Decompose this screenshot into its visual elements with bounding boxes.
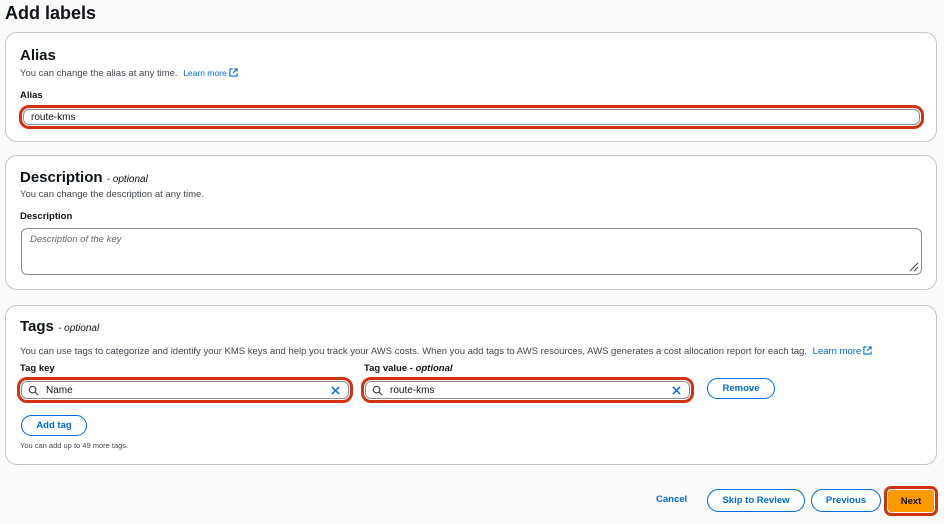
- cancel-button[interactable]: Cancel: [656, 494, 687, 505]
- tag-key-value: Name: [46, 384, 73, 396]
- add-tag-button[interactable]: Add tag: [21, 415, 87, 436]
- tags-description: You can use tags to categorize and ident…: [20, 346, 872, 357]
- alias-learn-more-link[interactable]: Learn more: [183, 68, 238, 78]
- tags-panel: Tags - optional You can use tags to cate…: [5, 305, 937, 465]
- tag-key-input[interactable]: Name: [17, 377, 353, 403]
- previous-button[interactable]: Previous: [811, 489, 881, 512]
- next-button[interactable]: Next: [884, 486, 938, 516]
- clear-icon[interactable]: [671, 385, 682, 396]
- alias-input-value: route-kms: [31, 111, 76, 123]
- description-panel: Description - optional You can change th…: [5, 155, 937, 290]
- tags-optional: - optional: [58, 323, 100, 334]
- tags-learn-more-link[interactable]: Learn more: [813, 346, 873, 357]
- description-placeholder: Description of the key: [30, 234, 122, 245]
- external-link-icon: [229, 68, 238, 77]
- resize-grip-icon[interactable]: [907, 260, 919, 272]
- description-optional: - optional: [106, 174, 148, 185]
- description-description: You can change the description at any ti…: [20, 189, 204, 200]
- alias-panel: Alias You can change the alias at any ti…: [5, 32, 937, 142]
- tags-heading: Tags - optional: [20, 318, 100, 335]
- tags-description-text: You can use tags to categorize and ident…: [20, 346, 807, 357]
- alias-field-label: Alias: [20, 90, 43, 101]
- clear-icon[interactable]: [330, 385, 341, 396]
- skip-to-review-button[interactable]: Skip to Review: [707, 489, 805, 512]
- remove-tag-button[interactable]: Remove: [707, 378, 775, 399]
- external-link-icon: [863, 346, 872, 355]
- alias-description-text: You can change the alias at any time.: [20, 68, 178, 79]
- description-textarea[interactable]: Description of the key: [21, 228, 922, 275]
- search-icon: [372, 385, 383, 396]
- alias-input[interactable]: route-kms: [19, 105, 924, 129]
- search-icon: [28, 385, 39, 396]
- alias-description: You can change the alias at any time. Le…: [20, 68, 238, 79]
- tag-value-optional: - optional: [409, 363, 453, 374]
- alias-heading: Alias: [20, 47, 56, 64]
- description-field-label: Description: [20, 211, 73, 222]
- tag-value-label: Tag value - optional: [364, 363, 453, 374]
- tag-value-value: route-kms: [390, 384, 435, 396]
- tag-key-label: Tag key: [20, 363, 55, 374]
- tag-value-input[interactable]: route-kms: [361, 377, 694, 403]
- description-heading: Description - optional: [20, 169, 148, 186]
- tags-limit-note: You can add up to 49 more tags.: [20, 441, 129, 450]
- page-title: Add labels: [5, 3, 97, 23]
